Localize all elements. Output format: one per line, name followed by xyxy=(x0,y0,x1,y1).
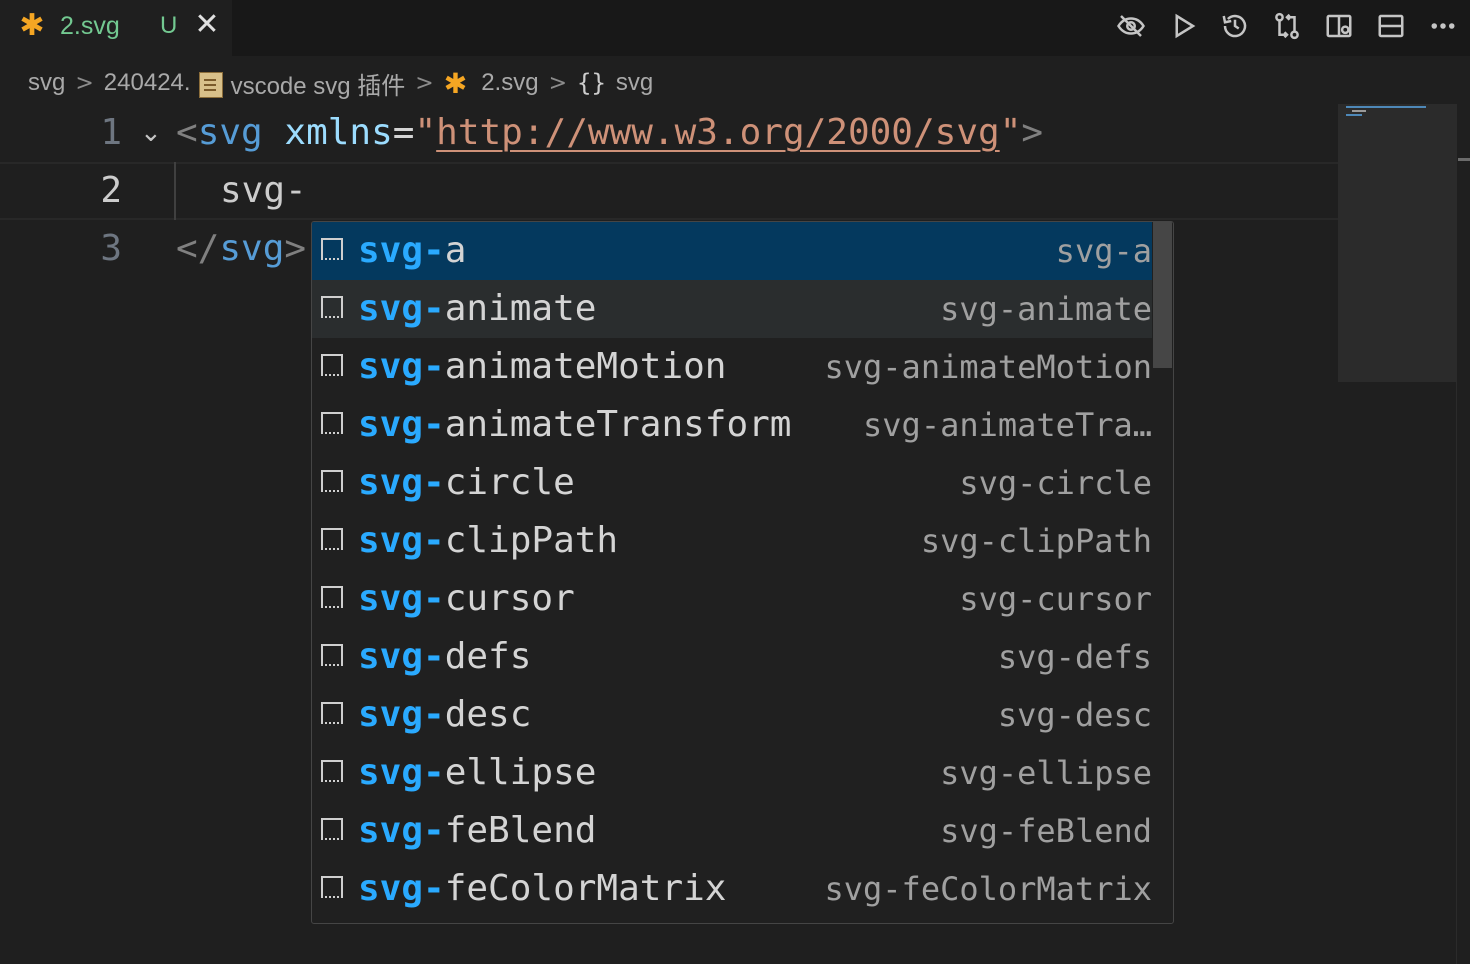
snippet-icon xyxy=(321,354,343,376)
suggestion-item[interactable]: svg-clipPath svg-clipPath xyxy=(312,512,1152,570)
suggestion-detail: svg-defs xyxy=(997,638,1152,676)
breadcrumb-item-subfolder[interactable]: 240424. xyxy=(104,69,191,97)
snippet-icon xyxy=(321,702,343,724)
minimap-line xyxy=(1352,110,1366,112)
snippet-icon xyxy=(321,296,343,318)
snippet-icon xyxy=(321,876,343,898)
code-text: <svg xmlns="http://www.w3.org/2000/svg"> xyxy=(176,112,1044,153)
suggestion-label: svg-desc xyxy=(358,694,532,735)
compare-changes-icon[interactable] xyxy=(1270,8,1304,44)
breadcrumb: svg > 240424. vscode svg 插件 > ✱ 2.svg > … xyxy=(28,64,653,102)
suggestion-detail: svg-clipPath xyxy=(920,522,1152,560)
suggestion-detail: svg-ellipse xyxy=(940,754,1152,792)
suggestion-item[interactable]: svg-a svg-a xyxy=(312,222,1152,280)
suggestion-label: svg-clipPath xyxy=(358,520,619,561)
git-status-badge: U xyxy=(160,12,178,39)
url-link: http://www.w3.org/2000/svg xyxy=(436,112,1000,153)
line-number: 1 xyxy=(100,112,122,153)
svg-file-icon: ✱ xyxy=(19,8,45,43)
suggestion-detail: svg-cursor xyxy=(959,580,1152,618)
suggestion-item[interactable]: svg-desc svg-desc xyxy=(312,686,1152,744)
snippet-icon xyxy=(321,644,343,666)
suggestion-detail: svg-animate xyxy=(940,290,1152,328)
code-text: svg- xyxy=(220,170,307,211)
more-actions-icon[interactable] xyxy=(1426,8,1460,44)
suggestion-label: svg-defs xyxy=(358,636,532,677)
vertical-scrollbar[interactable] xyxy=(1456,104,1470,964)
chevron-right-icon: > xyxy=(548,70,568,96)
code-line-2[interactable]: 2 svg- xyxy=(0,162,1338,220)
close-icon[interactable]: ✕ xyxy=(192,8,222,42)
code-line-1[interactable]: 1 ⌄ <svg xmlns="http://www.w3.org/2000/s… xyxy=(0,104,1338,162)
suggestion-scrollbar-thumb[interactable] xyxy=(1153,222,1172,368)
snippet-icon xyxy=(321,528,343,550)
indent-guide xyxy=(174,162,176,220)
suggestion-item[interactable]: svg-circle svg-circle xyxy=(312,454,1152,512)
minimap-line xyxy=(1346,106,1426,108)
tab-title: 2.svg xyxy=(60,12,120,40)
suggestion-label: svg-cursor xyxy=(358,578,575,619)
braces-icon: {} xyxy=(577,69,606,97)
snippet-icon xyxy=(321,470,343,492)
svg-file-icon: ✱ xyxy=(443,66,468,100)
chevron-right-icon: > xyxy=(415,70,434,96)
editor-actions xyxy=(1114,6,1460,46)
memo-icon xyxy=(198,72,223,98)
tab-bar: ✱ 2.svg U ✕ xyxy=(0,0,1470,56)
suggestion-label: svg-animateTransform xyxy=(358,404,792,445)
suggestion-detail: svg-desc xyxy=(997,696,1152,734)
suggestion-label: svg-a xyxy=(358,230,467,271)
scrollbar-cursor-marker xyxy=(1458,158,1470,161)
snippet-icon xyxy=(321,760,343,782)
suggestion-item[interactable]: svg-feBlend svg-feBlend xyxy=(312,802,1152,860)
snippet-icon xyxy=(321,238,343,260)
suggestion-label: svg-animate xyxy=(358,288,597,329)
chevron-down-icon[interactable]: ⌄ xyxy=(140,104,162,162)
minimap-line xyxy=(1346,114,1362,116)
history-icon[interactable] xyxy=(1218,8,1252,44)
breadcrumb-item-file[interactable]: 2.svg xyxy=(481,69,538,97)
suggestion-label: svg-feBlend xyxy=(358,810,597,851)
suggestion-label: svg-feColorMatrix xyxy=(358,868,727,909)
editor-tab[interactable]: ✱ 2.svg U ✕ xyxy=(0,0,232,56)
run-icon[interactable] xyxy=(1166,8,1200,44)
snippet-icon xyxy=(321,586,343,608)
suggestion-detail: svg-a xyxy=(1055,232,1152,270)
suggestion-item[interactable]: svg-animateTransform svg-animateTra… xyxy=(312,396,1152,454)
suggestion-detail: svg-feBlend xyxy=(940,812,1152,850)
preview-hidden-icon[interactable] xyxy=(1114,8,1148,44)
suggestion-item[interactable]: svg-defs svg-defs xyxy=(312,628,1152,686)
suggestion-item[interactable]: svg-ellipse svg-ellipse xyxy=(312,744,1152,802)
breadcrumb-item-plugin-folder[interactable]: vscode svg 插件 xyxy=(231,66,406,101)
suggestion-detail: svg-feColorMatrix xyxy=(824,870,1152,908)
suggestion-item[interactable]: svg-feColorMatrix svg-feColorMatrix xyxy=(312,860,1152,918)
line-number: 2 xyxy=(100,170,122,211)
suggestion-detail: svg-circle xyxy=(959,464,1152,502)
suggestion-item[interactable]: svg-cursor svg-cursor xyxy=(312,570,1152,628)
breadcrumb-item-folder[interactable]: svg xyxy=(28,69,65,97)
suggestion-item[interactable]: svg-animate svg-animate xyxy=(312,280,1152,338)
snippet-icon xyxy=(321,818,343,840)
suggestion-detail: svg-animateTra… xyxy=(863,406,1152,444)
split-editor-down-icon[interactable] xyxy=(1374,8,1408,44)
line-number: 3 xyxy=(100,228,122,269)
suggestion-detail: svg-animateMotion xyxy=(824,348,1152,386)
suggestion-item[interactable]: svg-animateMotion svg-animateMotion xyxy=(312,338,1152,396)
suggestion-label: svg-circle xyxy=(358,462,575,503)
suggestion-widget: svg-a svg-a svg-animate svg-animate svg-anim… xyxy=(311,221,1174,924)
minimap[interactable] xyxy=(1338,104,1456,382)
chevron-right-icon: > xyxy=(75,70,94,96)
suggestion-label: svg-ellipse xyxy=(358,752,597,793)
split-editor-right-icon[interactable] xyxy=(1322,8,1356,44)
code-text: </svg> xyxy=(176,228,307,269)
suggestion-label: svg-animateMotion xyxy=(358,346,727,387)
snippet-icon xyxy=(321,412,343,434)
breadcrumb-item-symbol[interactable]: svg xyxy=(616,69,653,97)
